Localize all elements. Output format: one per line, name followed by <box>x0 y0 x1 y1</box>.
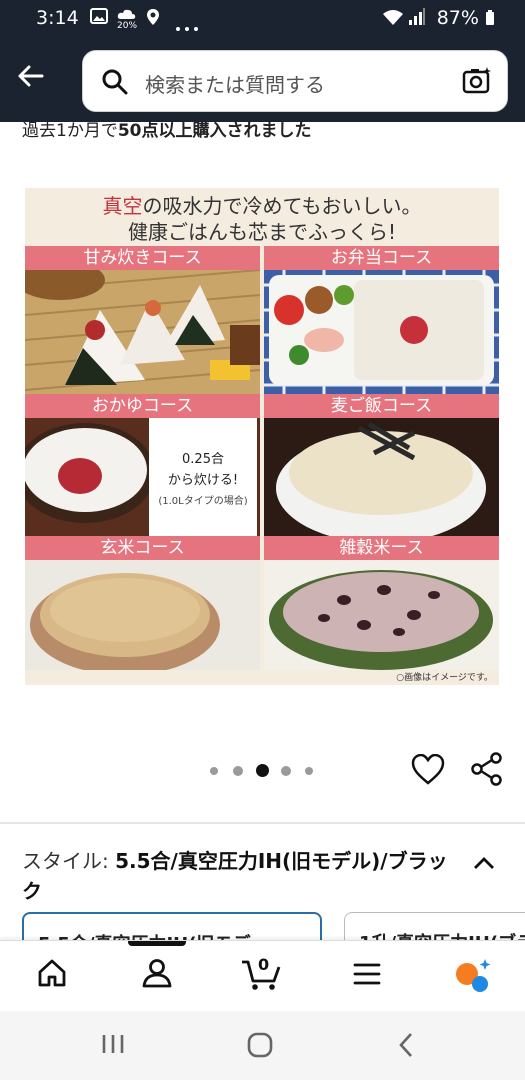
section-divider <box>0 822 525 824</box>
image-disclaimer: ○画像はイメージです。 <box>396 673 493 683</box>
style-selector[interactable]: スタイル: 5.5合/真空圧力IH(旧モデル)/ブラック <box>22 846 462 906</box>
status-bar: 3:14 20% 87% <box>0 0 525 36</box>
image-headline-line1: 真空の吸水力で冷めてもおいしい。 <box>102 194 422 218</box>
signal-icon <box>408 8 426 30</box>
ai-assistant-icon[interactable] <box>452 957 492 997</box>
back-chevron-icon[interactable] <box>398 1032 414 1062</box>
status-time: 3:14 <box>36 7 79 29</box>
back-arrow-icon[interactable] <box>14 60 54 100</box>
course-cell-bento: お弁当コース <box>264 246 499 394</box>
image-headline-line2: 健康ごはんも芯までふっくら! <box>127 220 397 244</box>
course-title: 玄米コース <box>25 536 260 560</box>
image-icon <box>90 8 108 28</box>
carousel-dot[interactable] <box>233 766 243 776</box>
account-icon[interactable] <box>141 957 173 993</box>
carousel-dot-active[interactable] <box>256 764 269 777</box>
course-title: 麦ご飯コース <box>264 394 499 418</box>
course-cell-genmai: 玄米コース <box>25 536 260 670</box>
bento-photo <box>264 270 499 394</box>
course-title: 雑穀米ース <box>264 536 499 560</box>
zakkoku-photo <box>264 560 499 670</box>
cart-count: 0 <box>258 955 270 974</box>
okayu-note: 0.25合 から炊ける! (1.0Lタイプの場合) <box>149 418 257 536</box>
app-header: 検索または質問する <box>0 36 525 122</box>
course-cell-zakkoku: 雑穀米ース <box>264 536 499 670</box>
home-icon[interactable] <box>36 957 68 993</box>
course-cell-amami: 甘み炊きコース <box>25 246 260 394</box>
bottom-nav <box>0 940 525 1011</box>
location-icon <box>146 8 160 30</box>
course-title: お弁当コース <box>264 246 499 270</box>
course-cell-mugi: 麦ご飯コース <box>264 394 499 536</box>
product-image[interactable]: 真空の吸水力で冷めてもおいしい。 健康ごはんも芯までふっくら! 甘み炊きコース … <box>25 188 499 685</box>
share-icon[interactable] <box>470 752 504 790</box>
system-nav-bar <box>0 1011 525 1080</box>
genmai-photo <box>25 560 260 670</box>
more-icon <box>176 16 198 35</box>
battery-text: 87% <box>437 7 495 29</box>
camera-search-icon[interactable] <box>461 65 493 101</box>
carousel-dot[interactable] <box>281 766 291 776</box>
style-label: スタイル: <box>22 849 109 873</box>
search-icon[interactable] <box>101 68 129 100</box>
weather-percent: 20% <box>117 21 138 31</box>
mugi-photo <box>264 418 499 536</box>
active-tab-indicator <box>128 941 186 946</box>
carousel-dot[interactable] <box>210 767 218 775</box>
recents-icon[interactable] <box>100 1033 126 1059</box>
onigiri-photo <box>25 270 260 394</box>
search-input[interactable]: 検索または質問する <box>145 69 325 98</box>
search-bar[interactable]: 検索または質問する <box>82 50 508 112</box>
course-title: 甘み炊きコース <box>25 246 260 270</box>
chevron-up-icon[interactable] <box>472 855 496 875</box>
course-cell-okayu: おかゆコース 0.25合 から炊ける! (1.0Lタイプの場合) <box>25 394 260 536</box>
menu-icon[interactable] <box>353 963 381 989</box>
battery-icon <box>486 10 494 25</box>
home-circle-icon[interactable] <box>247 1032 273 1062</box>
course-title: おかゆコース <box>25 394 260 418</box>
wifi-icon <box>382 8 404 30</box>
heart-icon[interactable] <box>411 753 445 790</box>
carousel-dot[interactable] <box>305 767 313 775</box>
purchase-count-text: 過去1か月で50点以上購入されました <box>22 121 312 141</box>
